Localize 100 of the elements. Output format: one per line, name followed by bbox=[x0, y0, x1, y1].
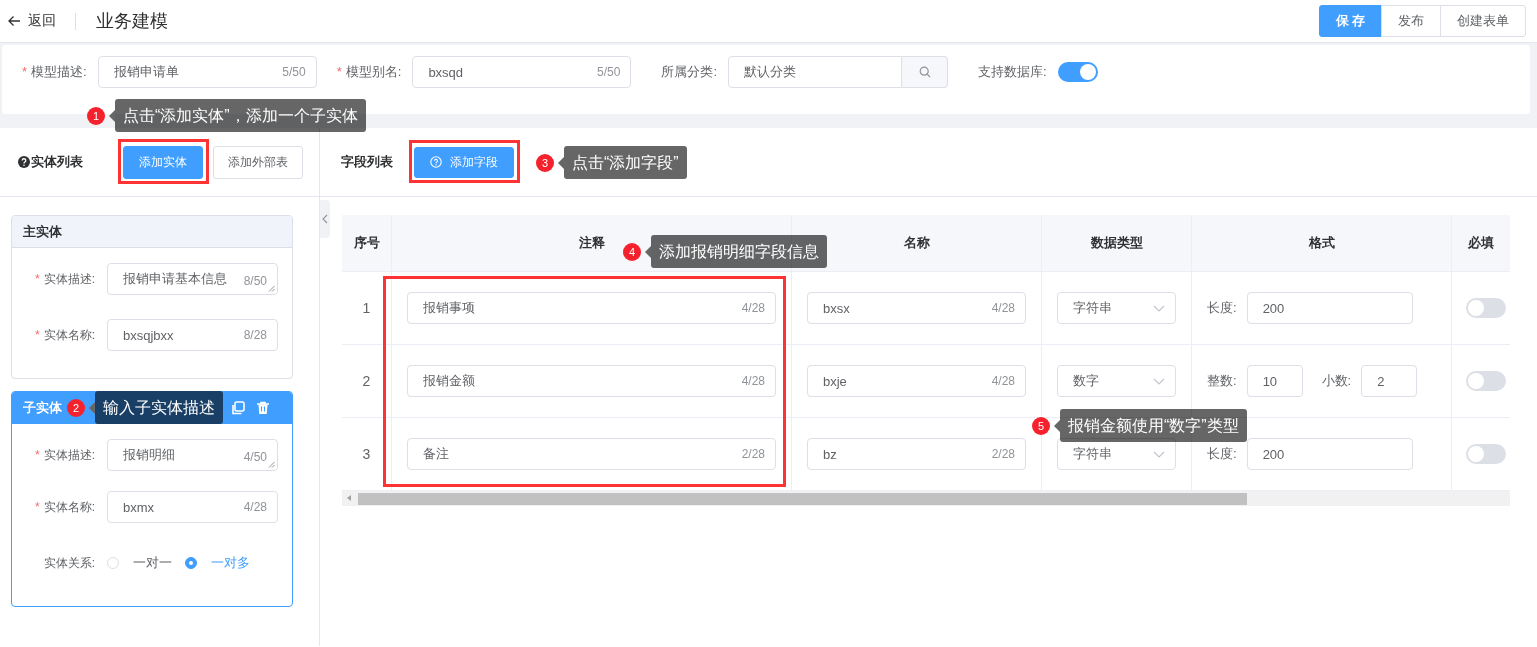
char-counter: 2/28 bbox=[991, 447, 1015, 461]
chevron-down-icon bbox=[1153, 450, 1165, 458]
toggle-switch[interactable] bbox=[1466, 444, 1506, 464]
input-value: bxsqjbxx bbox=[123, 327, 175, 343]
select-field[interactable]: 数字 bbox=[1057, 365, 1176, 397]
entity-card[interactable]: 主实体 * 实体描述: 报销申请基本信息 8/50 * 实体名称: bxsqjbxx 8/28 bbox=[11, 215, 293, 379]
help-icon bbox=[18, 156, 30, 168]
input-value: 报销事项 bbox=[423, 299, 476, 317]
char-counter: 4/50 bbox=[243, 450, 267, 464]
input-field[interactable]: 默认分类 bbox=[728, 56, 902, 88]
input-field[interactable]: 备注 2/28 bbox=[407, 438, 776, 470]
input-value: 报销申请基本信息 bbox=[123, 270, 228, 288]
input-field[interactable]: bz 2/28 bbox=[807, 438, 1026, 470]
step-badge: 5 bbox=[1032, 416, 1050, 435]
trash-icon bbox=[256, 400, 270, 415]
char-counter: 5/50 bbox=[282, 65, 306, 79]
input-field[interactable]: 报销申请单 5/50 bbox=[97, 56, 317, 88]
help-icon bbox=[430, 156, 442, 168]
column-header: 格式 bbox=[1192, 215, 1452, 272]
input-field[interactable]: 200 bbox=[1246, 438, 1413, 470]
resize-handle-icon bbox=[268, 461, 275, 468]
char-counter: 4/28 bbox=[991, 301, 1015, 315]
tooltip-arrow bbox=[89, 401, 95, 414]
chevron-down-icon bbox=[1153, 304, 1165, 312]
required-mark: * bbox=[35, 499, 40, 514]
input-value: 报销金额 bbox=[423, 372, 476, 390]
field-label: 实体描述: bbox=[43, 447, 95, 462]
char-counter: 4/28 bbox=[991, 374, 1015, 388]
row-number: 2 bbox=[362, 373, 371, 389]
field-label: 所属分类: bbox=[661, 64, 717, 79]
chevron-down-icon bbox=[1153, 377, 1165, 385]
column-header: 序号 bbox=[342, 215, 392, 272]
horizontal-scrollbar[interactable] bbox=[342, 491, 1510, 506]
entity-title: 子实体 bbox=[23, 398, 62, 417]
input-field[interactable]: bxsqjbxx 8/28 bbox=[107, 319, 278, 351]
input-field[interactable]: 2 bbox=[1361, 365, 1417, 397]
page-title: 业务建模 bbox=[96, 10, 168, 33]
input-value: 200 bbox=[1262, 446, 1286, 462]
required-mark: * bbox=[35, 447, 40, 462]
arrow-left-icon bbox=[7, 14, 21, 28]
radio-button[interactable] bbox=[185, 557, 197, 569]
input-field[interactable]: bxsx 4/28 bbox=[807, 292, 1026, 324]
back-link[interactable]: 返回 bbox=[7, 12, 56, 30]
input-value: 10 bbox=[1262, 373, 1279, 389]
header-button[interactable]: 创建表单 bbox=[1440, 5, 1526, 37]
input-value: bxmx bbox=[123, 499, 156, 515]
input-field[interactable]: bxje 4/28 bbox=[807, 365, 1026, 397]
callout-tooltip: 报销金额使用“数字”类型 bbox=[1060, 409, 1247, 442]
header-button[interactable]: 发布 bbox=[1381, 5, 1441, 37]
toggle-switch[interactable] bbox=[1057, 62, 1098, 82]
input-field[interactable]: 报销金额 4/28 bbox=[407, 365, 776, 397]
toggle-switch[interactable] bbox=[1466, 298, 1506, 318]
row-number: 1 bbox=[362, 300, 371, 316]
column-header: 数据类型 bbox=[1042, 215, 1192, 272]
textarea-field[interactable]: 报销申请基本信息 8/50 bbox=[107, 263, 278, 295]
char-counter: 8/50 bbox=[243, 274, 267, 288]
input-value: 报销明细 bbox=[123, 446, 176, 464]
search-button[interactable] bbox=[902, 56, 948, 88]
toggle-switch[interactable] bbox=[1466, 371, 1506, 391]
radio-label[interactable]: 一对一 bbox=[133, 554, 172, 572]
callout-tooltip: 点击“添加实体”，添加一个子实体 bbox=[115, 99, 366, 132]
input-field[interactable]: 200 bbox=[1246, 292, 1413, 324]
panel-title: 实体列表 bbox=[31, 153, 83, 171]
char-counter: 4/28 bbox=[741, 301, 765, 315]
char-counter: 2/28 bbox=[741, 447, 765, 461]
input-field[interactable]: bxsqd 5/50 bbox=[412, 56, 632, 88]
back-label: 返回 bbox=[28, 12, 56, 30]
callout-tooltip: 输入子实体描述 bbox=[95, 391, 223, 424]
input-field[interactable]: bxmx 4/28 bbox=[107, 491, 278, 523]
input-value: 200 bbox=[1262, 300, 1286, 316]
panel-title: 字段列表 bbox=[341, 153, 393, 171]
required-mark: * bbox=[22, 64, 28, 79]
search-icon bbox=[918, 66, 931, 78]
field-label: 长度: bbox=[1207, 299, 1237, 317]
input-field[interactable]: 报销事项 4/28 bbox=[407, 292, 776, 324]
copy-icon bbox=[231, 400, 245, 415]
field-label: 小数: bbox=[1321, 372, 1352, 390]
required-mark: * bbox=[35, 327, 40, 342]
select-field[interactable]: 字符串 bbox=[1057, 292, 1176, 324]
column-header: 必填 bbox=[1452, 215, 1510, 272]
input-value: bxsx bbox=[823, 300, 851, 316]
char-counter: 8/28 bbox=[243, 328, 267, 342]
row-number: 3 bbox=[362, 446, 371, 462]
entity-title: 主实体 bbox=[23, 222, 62, 241]
add-button[interactable]: 添加外部表 bbox=[213, 145, 303, 179]
input-field[interactable]: 10 bbox=[1246, 365, 1303, 397]
required-mark: * bbox=[336, 64, 342, 79]
select-field[interactable]: 字符串 bbox=[1057, 438, 1176, 470]
select-value: 字符串 bbox=[1073, 299, 1113, 317]
field-label: 实体名称: bbox=[43, 499, 95, 514]
textarea-field[interactable]: 报销明细 4/50 bbox=[107, 439, 278, 471]
collapse-handle[interactable] bbox=[320, 200, 330, 238]
tooltip-arrow bbox=[1054, 419, 1060, 432]
field-label: 支持数据库: bbox=[978, 64, 1047, 79]
char-counter: 4/28 bbox=[741, 374, 765, 388]
step-badge: 3 bbox=[536, 153, 554, 172]
input-value: bxsqd bbox=[428, 64, 465, 80]
field-label: 整数: bbox=[1207, 372, 1237, 390]
required-mark: * bbox=[35, 271, 40, 286]
char-counter: 5/50 bbox=[597, 65, 621, 79]
